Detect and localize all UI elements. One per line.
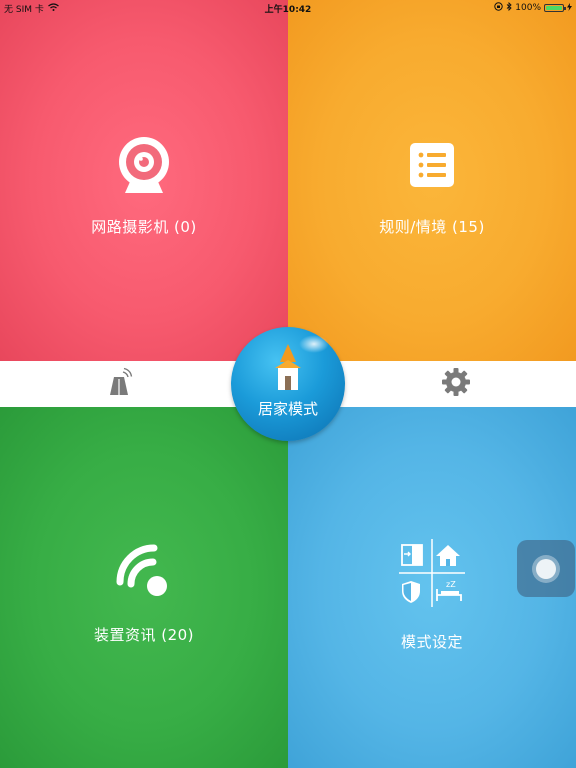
- assistive-touch-dot: [536, 559, 556, 579]
- tile-rules[interactable]: 规则/情境 (15): [288, 0, 576, 361]
- tile-devices[interactable]: 装置资讯 (20): [0, 407, 288, 768]
- home-mode-label: 居家模式: [257, 400, 318, 418]
- charging-icon: [567, 2, 572, 14]
- tile-mode-label: 模式设定: [400, 633, 463, 651]
- battery-icon: [544, 4, 566, 12]
- tile-rules-label: 规则/情境 (15): [379, 218, 485, 236]
- gear-icon[interactable]: [441, 367, 471, 401]
- wireless-signal-icon: [116, 544, 172, 604]
- svg-text:zZ: zZ: [446, 580, 456, 589]
- clock: 上午10:42: [264, 5, 312, 15]
- list-icon: [410, 143, 454, 191]
- battery-label: 100%: [515, 3, 541, 13]
- tile-camera-label: 网路摄影机 (0): [91, 218, 197, 236]
- mode-grid-icon: zZ: [399, 539, 465, 611]
- tile-camera[interactable]: 网路摄影机 (0): [0, 0, 288, 361]
- rotation-lock-icon: [494, 2, 503, 14]
- gloss-highlight: [299, 335, 329, 353]
- gateway-icon[interactable]: [106, 367, 134, 401]
- assistive-touch-button[interactable]: [517, 540, 575, 597]
- home-icon: [272, 344, 304, 394]
- bluetooth-icon: [506, 1, 512, 14]
- home-mode-button[interactable]: 居家模式: [231, 327, 345, 441]
- tile-devices-label: 装置资讯 (20): [93, 626, 195, 644]
- webcam-icon: [113, 135, 175, 199]
- status-bar: 无 SIM 卡 上午10:42 100%: [0, 0, 576, 16]
